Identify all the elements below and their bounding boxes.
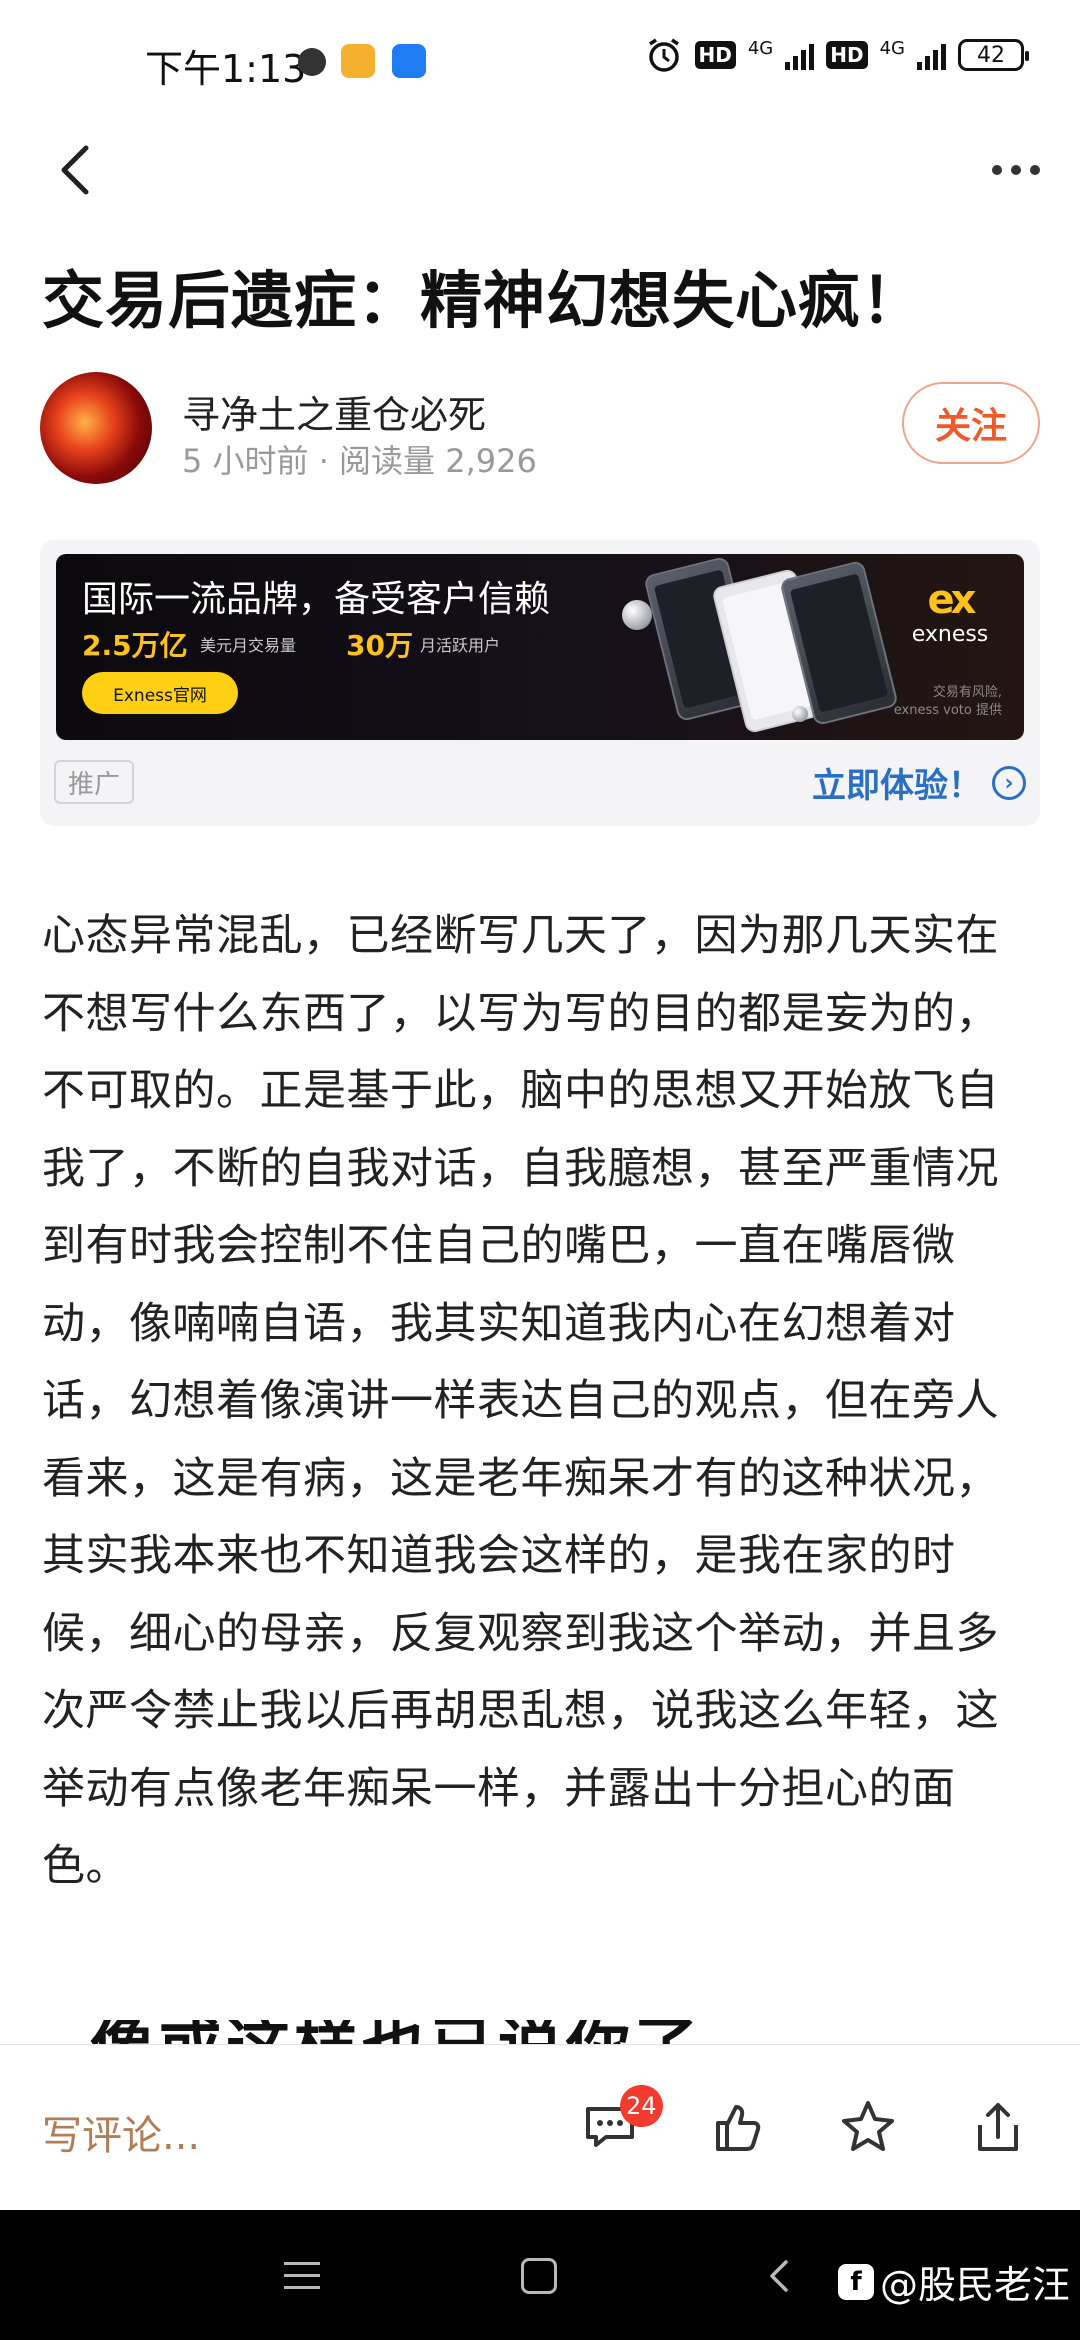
system-nav-bar: f @股民老汪 (0, 2210, 1080, 2340)
ad-banner[interactable]: 国际一流品牌，备受客户信赖 2.5万亿 美元月交易量 30万 月活跃用户 Exn… (56, 554, 1024, 740)
back-icon[interactable] (48, 140, 108, 200)
gallery-app-icon (392, 44, 426, 78)
like-icon[interactable] (708, 2097, 768, 2157)
exness-logo: ex exness (900, 580, 1000, 647)
battery-icon: 42 (958, 39, 1029, 71)
avatar[interactable] (40, 372, 152, 484)
recent-apps-icon[interactable] (284, 2262, 320, 2298)
ad-promo-tag: 推广 (54, 760, 134, 804)
ad-headline: 国际一流品牌，备受客户信赖 (82, 579, 551, 620)
article-meta: 5 小时前 · 阅读量 2,926 (182, 442, 537, 480)
ad-stat-volume-label: 美元月交易量 (200, 636, 297, 655)
notes-app-icon (341, 44, 375, 78)
more-options-icon[interactable] (980, 140, 1052, 200)
bottom-action-bar: 写评论... 24 (0, 2044, 1080, 2210)
comment-count-badge: 24 (620, 2085, 663, 2127)
ad-decor-sphere (622, 600, 652, 630)
watermark-text: @股民老汪 (880, 2263, 1071, 2307)
top-nav (0, 120, 1080, 220)
next-heading-cutoff: 像或这样也已说你了 (90, 2020, 990, 2044)
signal-icon-2 (917, 40, 946, 70)
ad-disclaimer-line1: 交易有风险, (932, 685, 1002, 700)
status-indicators: HD 4G HD 4G 42 (645, 36, 1029, 74)
alarm-icon (648, 38, 679, 72)
exness-logo-mark: ex (927, 577, 977, 623)
network-label: 4G (747, 37, 774, 59)
favorite-star-icon[interactable] (838, 2097, 898, 2157)
comment-input[interactable]: 写评论... (42, 2103, 200, 2161)
ad-disclaimer-line2: exness voto 提供 (893, 703, 1002, 718)
clock-status-icon (298, 48, 326, 76)
article-title: 交易后遗症：精神幻想失心疯！ (42, 264, 925, 337)
home-icon[interactable] (521, 2258, 557, 2294)
ad-disclaimer: 交易有风险, exness voto 提供 (894, 684, 1002, 720)
ad-cta-button[interactable]: Exness官网 (82, 672, 238, 714)
system-back-icon[interactable] (760, 2256, 800, 2296)
chevron-right-icon[interactable]: › (992, 766, 1026, 800)
article-body: 心态异常混乱，已经断写几天了，因为那几天实在不想写什么东西了，以写为写的目的都是… (42, 911, 999, 1891)
ad-card[interactable]: 国际一流品牌，备受客户信赖 2.5万亿 美元月交易量 30万 月活跃用户 Exn… (40, 540, 1040, 826)
battery-level: 42 (977, 42, 1005, 68)
hd-badge: HD (694, 41, 736, 69)
watermark: f @股民老汪 (838, 2254, 1070, 2309)
ad-try-link[interactable]: 立即体验！ (812, 758, 982, 807)
watermark-logo-icon: f (838, 2263, 874, 2300)
ad-stat-users: 30万 (346, 629, 413, 662)
status-time: 下午1:13 (145, 47, 307, 91)
exness-logo-text: exness (911, 622, 989, 647)
hd-badge-2: HD (826, 41, 868, 69)
author-name[interactable]: 寻净土之重仓必死 (182, 384, 486, 439)
ad-decor-sphere-2 (792, 706, 808, 722)
ad-stat-volume: 2.5万亿 (82, 629, 188, 662)
network-label-2: 4G (879, 37, 905, 59)
author-row: 寻净土之重仓必死 5 小时前 · 阅读量 2,926 关注 (40, 372, 1040, 486)
share-icon[interactable] (968, 2097, 1028, 2157)
follow-button[interactable]: 关注 (902, 382, 1040, 464)
next-heading-text: 像或这样也已说你了 (90, 2020, 990, 2044)
status-bar: 下午1:13 HD 4G HD 4G 42 (0, 0, 1080, 120)
signal-icon (785, 40, 815, 70)
ad-stat-users-label: 月活跃用户 (420, 636, 501, 655)
